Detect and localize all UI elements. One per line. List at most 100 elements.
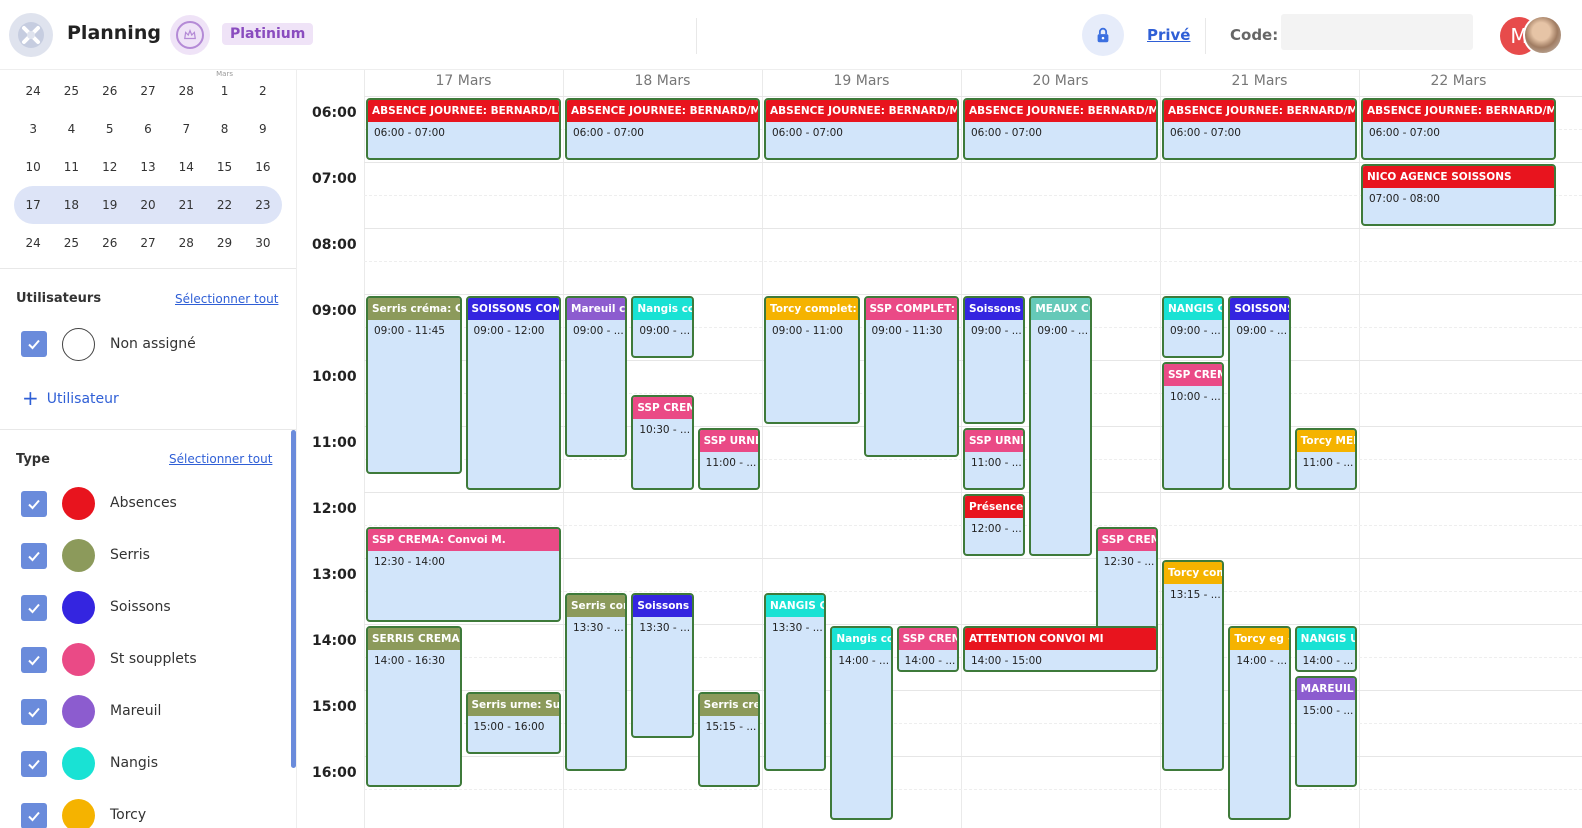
type-checkbox[interactable] [21,803,47,828]
day-header[interactable]: 21 Mars [1160,70,1359,96]
calendar-event[interactable]: MEAUX CO 09:00 - ... [1029,296,1092,556]
calendar-event[interactable]: NANGIS CE 09:00 - ... [1162,296,1225,358]
calendar-event[interactable]: Serris urne: Suite 15:00 - 16:00 [465,692,561,754]
mini-calendar-day[interactable]: 19 [91,192,129,218]
mini-calendar-week: 17 18 19 20 21 22 23 [14,186,282,224]
mini-calendar-day[interactable]: 16 [244,154,282,180]
type-checkbox[interactable] [21,751,47,777]
add-user-button[interactable]: + Utilisateur [22,386,119,410]
mini-calendar-day[interactable]: 12 [91,154,129,180]
calendar-event[interactable]: ABSENCE JOURNEE: BERNARD/MAT 06:00 - 07:0… [565,98,760,160]
type-checkbox[interactable] [21,699,47,725]
mini-calendar-day[interactable]: 26 [91,230,129,256]
mini-calendar-day[interactable]: 28 [167,78,205,104]
calendar-event[interactable]: SOISSONS 09:00 - ... [1228,296,1291,490]
code-input[interactable] [1281,14,1473,50]
calendar-event[interactable]: SSP COMPLET: C 09:00 - 11:30 [863,296,959,457]
app-logo-icon[interactable] [9,13,53,57]
calendar-event[interactable]: Serris crem 15:15 - ... [697,692,760,787]
day-header[interactable]: 18 Mars [563,70,762,96]
calendar-event[interactable]: ABSENCE JOURNEE: BERNARD/MAT 06:00 - 07:0… [1361,98,1556,160]
day-column-divider [1160,70,1161,828]
day-header[interactable]: 22 Mars [1359,70,1558,96]
privacy-link[interactable]: Privé [1147,26,1190,44]
calendar-event[interactable]: SSP CREMA: Convoi M. 12:30 - 14:00 [366,527,561,622]
mini-calendar-day[interactable]: Mars 1 [205,70,243,104]
mini-calendar-day[interactable]: 21 [167,192,205,218]
calendar-event[interactable]: NANGIS UF 14:00 - ... [1294,626,1357,672]
day-header[interactable]: 17 Mars [364,70,563,96]
calendar-event[interactable]: Nangis con 14:00 - ... [830,626,893,820]
mini-calendar-day[interactable]: 27 [129,230,167,256]
mini-calendar-day[interactable]: 30 [244,230,282,256]
calendar-event[interactable]: Présence S 12:00 - ... [963,494,1026,556]
mini-calendar-day[interactable]: 25 [52,78,90,104]
mini-calendar-day[interactable]: 4 [52,116,90,142]
calendar-event[interactable]: SERRIS CREMA: C 14:00 - 16:30 [366,626,462,787]
type-checkbox[interactable] [21,595,47,621]
calendar-event[interactable]: ABSENCE JOURNEE: BERNARD/MAT 06:00 - 07:0… [1162,98,1357,160]
calendar-event[interactable]: Serris créma: Con 09:00 - 11:45 [366,296,462,474]
mini-calendar-day[interactable]: 23 [244,192,282,218]
calendar-event[interactable]: SSP CREMA 10:00 - ... [1162,362,1225,490]
type-select-all-link[interactable]: Sélectionner tout [169,452,272,466]
calendar-event[interactable]: ATTENTION CONVOI MI 14:00 - 15:00 [963,626,1158,672]
type-checkbox[interactable] [21,543,47,569]
event-title: Torcy complet: C [766,298,858,320]
mini-calendar-day[interactable]: 24 [14,230,52,256]
calendar-event[interactable]: Soissons co 09:00 - ... [963,296,1026,424]
calendar-event[interactable]: SSP CREMA 10:30 - ... [631,395,694,490]
user-checkbox-non-assigne[interactable] [21,331,47,357]
calendar-event[interactable]: Torcy comp 13:15 - ... [1162,560,1225,771]
calendar-event[interactable]: ABSENCE JOURNEE: BERNARD/LUC 06:00 - 07:0… [366,98,561,160]
day-header[interactable]: 20 Mars [961,70,1160,96]
calendar-event[interactable]: ABSENCE JOURNEE: BERNARD/MAT 06:00 - 07:0… [963,98,1158,160]
mini-calendar-day[interactable]: 13 [129,154,167,180]
calendar-event[interactable]: Torcy eg + 14:00 - ... [1228,626,1291,820]
mini-calendar-day[interactable]: 9 [244,116,282,142]
calendar-event[interactable]: SSP URNE: 11:00 - ... [963,428,1026,490]
mini-calendar-day[interactable]: 5 [91,116,129,142]
calendar-event[interactable]: NANGIS CO 13:30 - ... [764,593,827,771]
calendar-event[interactable]: MAREUIL C 15:00 - ... [1294,675,1357,787]
users-select-all-link[interactable]: Sélectionner tout [175,292,278,306]
event-title: Torcy comp [1164,562,1223,584]
calendar-event[interactable]: Torcy complet: C 09:00 - 11:00 [764,296,860,424]
mini-calendar-day[interactable]: 27 [129,78,167,104]
calendar-event[interactable]: Soissons co 13:30 - ... [631,593,694,738]
day-header[interactable]: 19 Mars [762,70,961,96]
mini-calendar-day[interactable]: 20 [129,192,167,218]
calendar-event[interactable]: Nangis con 09:00 - ... [631,296,694,358]
mini-calendar-day[interactable]: 26 [91,78,129,104]
calendar-event[interactable]: NICO AGENCE SOISSONS 07:00 - 08:00 [1361,164,1556,226]
calendar-event[interactable]: SSP CREMA 12:30 - ... [1095,527,1158,639]
calendar-event[interactable]: SOISSONS COMP 09:00 - 12:00 [465,296,561,490]
mini-calendar-day[interactable]: 22 [205,192,243,218]
mini-calendar-day[interactable]: 29 [205,230,243,256]
calendar-event[interactable]: Mareuil co 09:00 - ... [565,296,628,457]
mini-calendar-day[interactable]: 15 [205,154,243,180]
mini-calendar-day[interactable]: 8 [205,116,243,142]
calendar-event[interactable]: Serris comp 13:30 - ... [565,593,628,771]
type-checkbox[interactable] [21,491,47,517]
mini-calendar-day[interactable]: 10 [14,154,52,180]
user-avatar-photo[interactable] [1523,15,1563,55]
mini-calendar-day[interactable]: 14 [167,154,205,180]
mini-calendar-day[interactable]: 2 [244,78,282,104]
mini-calendar-day[interactable]: 24 [14,78,52,104]
mini-calendar-day[interactable]: 7 [167,116,205,142]
calendar-event[interactable]: SSP CREMA 14:00 - ... [896,626,959,672]
calendar-event[interactable]: SSP URNE: 11:00 - ... [697,428,760,490]
mini-calendar-day[interactable]: 6 [129,116,167,142]
calendar-event[interactable]: Torcy MEB 11:00 - ... [1294,428,1357,490]
mini-calendar-day[interactable]: 17 [14,192,52,218]
mini-calendar-day[interactable]: 25 [52,230,90,256]
sidebar-scrollbar[interactable] [291,430,296,768]
mini-calendar-day[interactable]: 18 [52,192,90,218]
mini-calendar-day[interactable]: 11 [52,154,90,180]
mini-calendar-day[interactable]: 28 [167,230,205,256]
calendar-event[interactable]: ABSENCE JOURNEE: BERNARD/MAT 06:00 - 07:0… [764,98,959,160]
type-checkbox[interactable] [21,647,47,673]
lock-icon[interactable] [1082,14,1124,56]
mini-calendar-day[interactable]: 3 [14,116,52,142]
